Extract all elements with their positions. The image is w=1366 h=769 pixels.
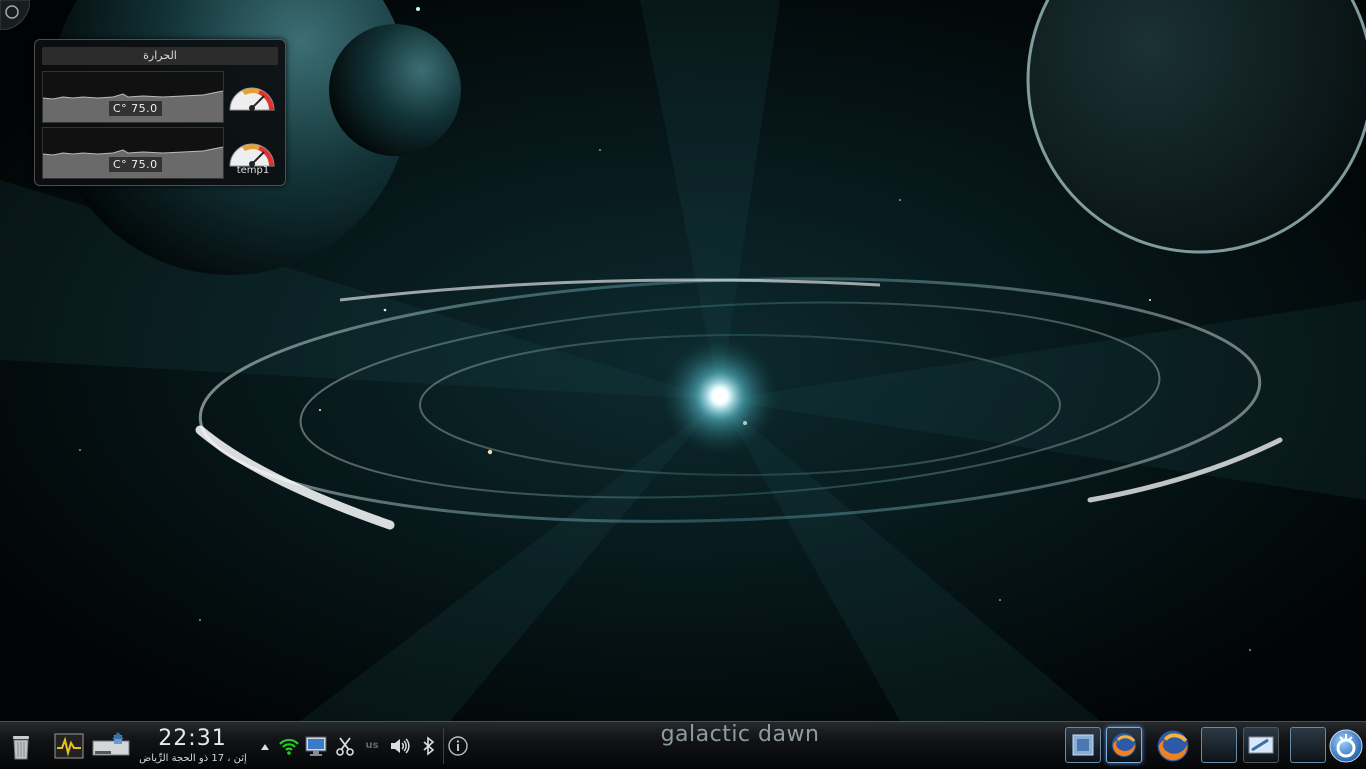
task-image-viewer[interactable] <box>1243 727 1279 763</box>
task-window-5[interactable] <box>1290 727 1326 763</box>
network-display-icon[interactable] <box>305 735 327 757</box>
notifications-info-icon[interactable] <box>447 735 469 757</box>
wifi-icon[interactable] <box>278 735 300 757</box>
sensor-reading-1: C° 75.0 <box>109 101 162 116</box>
sensor-graph-1: C° 75.0 <box>42 71 224 123</box>
system-monitor-icon[interactable] <box>54 731 84 761</box>
keyboard-layout-indicator[interactable]: us <box>361 735 383 757</box>
widget-title: الحرارة <box>42 47 278 65</box>
plasma-cashew-icon[interactable] <box>0 0 31 31</box>
tray-expand-arrow-icon[interactable] <box>258 735 272 757</box>
clock-date: إثن ، 17 ذو الحجة الرِّياض <box>139 753 247 764</box>
task-window-3[interactable] <box>1201 727 1237 763</box>
temperature-sensor-widget[interactable]: الحرارة C° 75.0 C° 75.0 temp1 <box>34 39 286 186</box>
device-notifier-icon[interactable] <box>92 731 132 761</box>
gauge-icon <box>227 126 277 168</box>
panel-separator <box>443 728 444 764</box>
wallpaper-title-text: galactic dawn <box>660 722 820 747</box>
trash-icon[interactable] <box>6 731 36 761</box>
firefox-icon <box>1112 733 1136 757</box>
kde-kickoff-icon[interactable] <box>1328 728 1364 764</box>
task-firefox-active[interactable] <box>1106 727 1142 763</box>
sensor-reading-2: C° 75.0 <box>109 157 162 172</box>
clock-time[interactable]: 22:31 <box>145 726 240 751</box>
task-window-1[interactable] <box>1065 727 1101 763</box>
bluetooth-icon[interactable] <box>418 735 440 757</box>
taskbar-panel: galactic dawn 22:31 إثن ، 17 ذو الحجة ال… <box>0 721 1366 769</box>
volume-icon[interactable] <box>389 735 411 757</box>
sensor-name-label: temp1 <box>236 165 270 176</box>
gauge-icon <box>227 70 277 112</box>
klipper-scissors-icon[interactable] <box>334 735 356 757</box>
firefox-icon[interactable] <box>1155 728 1191 764</box>
sensor-graph-2: C° 75.0 <box>42 127 224 179</box>
